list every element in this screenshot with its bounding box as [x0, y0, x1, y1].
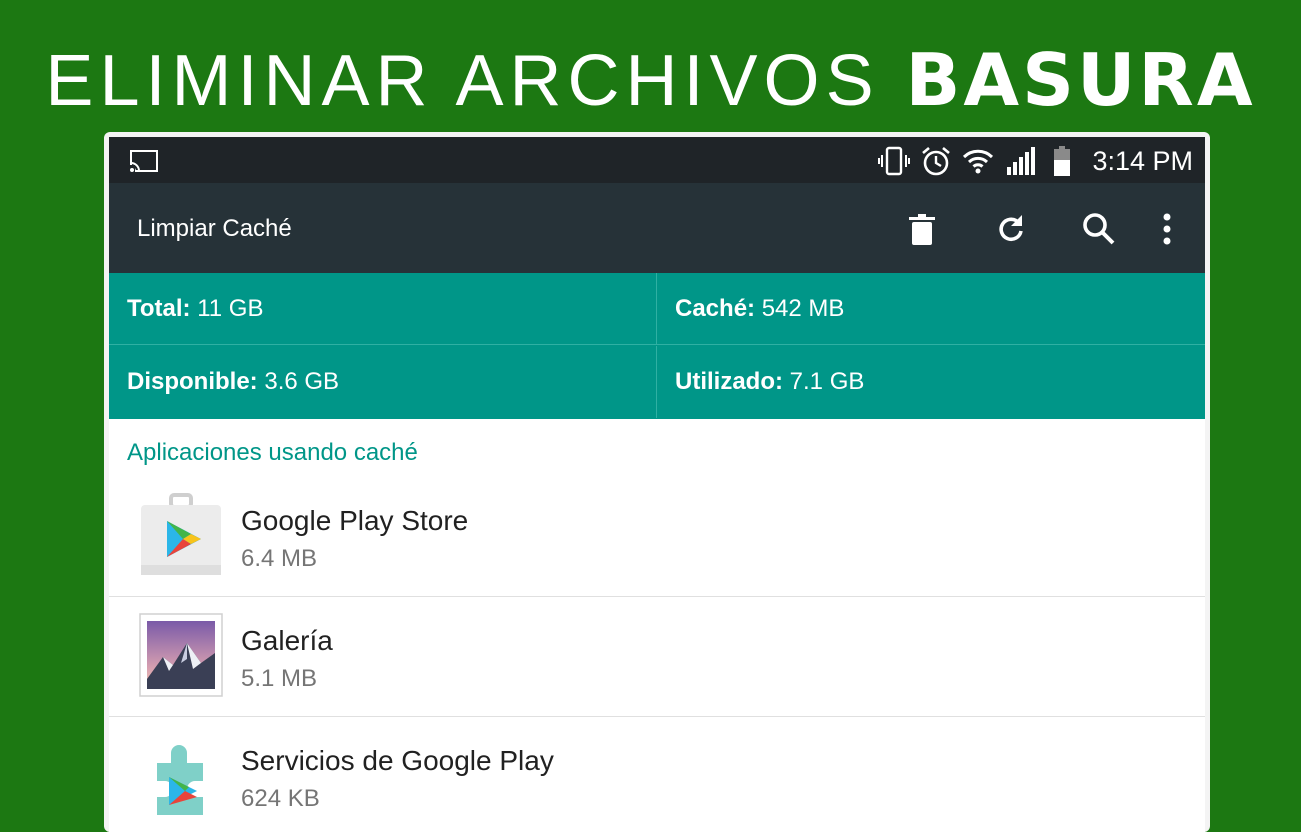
delete-icon [909, 214, 935, 245]
toolbar: Limpiar Caché [109, 183, 1205, 273]
storage-stats: Total: 11 GB Caché: 542 MB Disponible: 3… [109, 273, 1205, 419]
refresh-icon [999, 215, 1023, 242]
app-name: Servicios de Google Play [241, 745, 554, 776]
stat-available: Disponible: 3.6 GB [109, 346, 657, 418]
search-button[interactable] [1079, 209, 1119, 249]
stat-total-value: 11 GB [190, 295, 264, 322]
headline-bold: BASURA [905, 38, 1256, 122]
app-screen: 3:14 PM Limpiar Caché Total: 11 GB Caché… [109, 137, 1205, 832]
stat-available-label: Disponible: [127, 368, 258, 395]
app-size: 5.1 MB [241, 665, 318, 692]
battery-icon [1054, 146, 1071, 176]
wifi-icon [963, 149, 994, 174]
stat-available-value: 3.6 GB [257, 368, 340, 395]
status-time: 3:14 PM [1092, 145, 1193, 176]
cast-icon [129, 150, 158, 173]
stat-cache: Caché: 542 MB [657, 273, 1205, 345]
alarm-icon [922, 147, 951, 176]
stat-total-label: Total: [127, 295, 191, 322]
headline-light: ELIMINAR ARCHIVOS [45, 41, 880, 121]
app-list: Google Play Store 6.4 MB Galería 5.1 MB … [109, 477, 1205, 832]
signal-icon [1007, 147, 1036, 175]
stat-used-label: Utilizado: [675, 368, 783, 395]
play-store-icon [141, 493, 221, 575]
delete-button[interactable] [902, 209, 942, 249]
headline: ELIMINAR ARCHIVOS BASURA [0, 38, 1301, 123]
stat-used-value: 7.1 GB [783, 368, 865, 395]
app-name: Galería [241, 625, 333, 656]
vibrate-icon [878, 146, 911, 176]
app-size: 624 KB [241, 785, 320, 812]
phone-frame: 3:14 PM Limpiar Caché Total: 11 GB Caché… [104, 132, 1210, 832]
stat-used: Utilizado: 7.1 GB [657, 346, 1205, 418]
list-item[interactable]: Servicios de Google Play 624 KB [109, 717, 1205, 832]
list-item[interactable]: Galería 5.1 MB [109, 597, 1205, 717]
status-icons: 3:14 PM [878, 142, 1193, 180]
more-options-button[interactable] [1147, 209, 1187, 249]
section-title: Aplicaciones usando caché [127, 439, 418, 466]
app-size: 6.4 MB [241, 545, 318, 572]
gallery-icon [139, 613, 223, 697]
search-icon [1083, 213, 1115, 245]
stat-cache-label: Caché: [675, 295, 756, 322]
stat-total: Total: 11 GB [109, 273, 657, 345]
stat-cache-value: 542 MB [755, 295, 845, 322]
more-vert-icon [1163, 213, 1171, 245]
toolbar-title: Limpiar Caché [137, 215, 292, 242]
status-bar: 3:14 PM [109, 137, 1205, 183]
refresh-button[interactable] [991, 209, 1031, 249]
play-services-icon [157, 745, 203, 815]
list-item[interactable]: Google Play Store 6.4 MB [109, 477, 1205, 597]
app-name: Google Play Store [241, 505, 469, 536]
